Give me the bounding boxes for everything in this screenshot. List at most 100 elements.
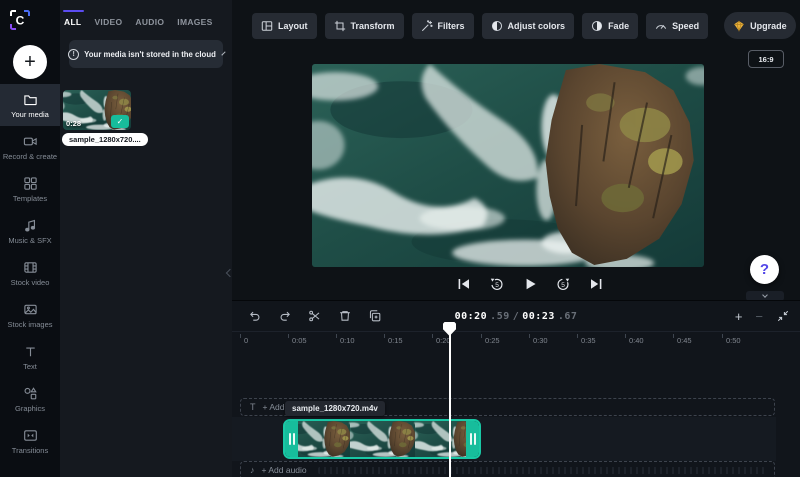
sidebar-item-stock-video[interactable]: Stock video bbox=[0, 252, 60, 294]
templates-grid-icon bbox=[23, 176, 37, 190]
total-time-frac: .67 bbox=[557, 310, 578, 322]
timeline-video-clip[interactable] bbox=[283, 419, 481, 459]
transform-button[interactable]: Transform bbox=[324, 12, 404, 39]
ruler-tick: 0:35 bbox=[577, 332, 596, 345]
sidebar-item-text[interactable]: Text bbox=[0, 336, 60, 378]
timeline-ruler[interactable]: 0 0:05 0:10 0:15 0:20 0:25 0:30 0:35 0:4… bbox=[232, 331, 800, 351]
button-label: Fade bbox=[608, 20, 630, 31]
media-panel: ALL VIDEO AUDIO IMAGES ! Your media isn'… bbox=[60, 0, 232, 477]
ruler-tick: 0:30 bbox=[529, 332, 548, 345]
button-label: Adjust colors bbox=[507, 20, 566, 31]
playback-controls: 5 5 bbox=[456, 276, 604, 292]
speed-button[interactable]: Speed bbox=[646, 12, 709, 39]
fade-button[interactable]: Fade bbox=[582, 12, 639, 39]
skip-end-button[interactable] bbox=[588, 276, 604, 292]
shapes-icon bbox=[24, 386, 37, 399]
layout-icon bbox=[261, 20, 273, 31]
chevron-down-icon bbox=[762, 292, 768, 298]
video-preview[interactable] bbox=[312, 64, 704, 267]
transitions-icon bbox=[23, 429, 37, 441]
folder-icon bbox=[23, 94, 37, 105]
scissors-icon bbox=[309, 310, 320, 322]
check-badge-icon: ✓ bbox=[111, 115, 129, 128]
image-icon bbox=[23, 304, 37, 314]
tab-all[interactable]: ALL bbox=[62, 10, 85, 27]
cloud-storage-notice[interactable]: ! Your media isn't stored in the cloud bbox=[68, 40, 226, 68]
button-label: Layout bbox=[278, 20, 308, 31]
add-audio-track[interactable]: ♪ + Add audio bbox=[240, 461, 775, 477]
rewind-5-button[interactable]: 5 bbox=[489, 276, 505, 292]
question-mark-icon: ? bbox=[759, 261, 770, 278]
trash-icon bbox=[340, 311, 350, 321]
media-thumbnail[interactable]: 0:28 ✓ bbox=[63, 90, 131, 130]
ruler-tick: 0:10 bbox=[336, 332, 355, 345]
audio-waveform bbox=[317, 466, 765, 474]
zoom-out-button[interactable]: − bbox=[755, 310, 763, 323]
music-note-icon bbox=[24, 219, 35, 231]
sidebar-item-music-sfx[interactable]: Music & SFX bbox=[0, 210, 60, 252]
text-tool-icon: T bbox=[250, 402, 256, 412]
sidebar-item-label: Music & SFX bbox=[8, 235, 52, 245]
sidebar-item-label: Transitions bbox=[11, 445, 49, 455]
current-time-frac: .59 bbox=[490, 310, 510, 322]
fade-icon bbox=[592, 20, 603, 31]
sidebar-item-label: Graphics bbox=[14, 403, 45, 413]
svg-text:5: 5 bbox=[495, 282, 499, 289]
clipchamp-editor: C + Your media Record & create Templates… bbox=[0, 0, 800, 477]
sidebar-item-transitions[interactable]: Transitions bbox=[0, 420, 60, 462]
time-display: 00:20.59 / 00:23.67 bbox=[455, 301, 578, 331]
tab-audio[interactable]: AUDIO bbox=[135, 17, 164, 27]
help-button[interactable]: ? bbox=[750, 255, 779, 284]
music-note-icon: ♪ bbox=[250, 465, 255, 475]
aspect-ratio-badge[interactable]: 16:9 bbox=[748, 50, 784, 68]
sidebar-item-label: Stock images bbox=[7, 319, 53, 329]
sidebar-item-label: Text bbox=[23, 361, 37, 371]
total-time: 00:23 bbox=[522, 310, 555, 322]
video-camera-icon bbox=[23, 137, 37, 145]
trim-handle-left[interactable] bbox=[285, 421, 298, 457]
sidebar-item-graphics[interactable]: Graphics bbox=[0, 378, 60, 420]
half-circle-icon bbox=[491, 20, 502, 31]
sidebar-item-your-media[interactable]: Your media bbox=[0, 84, 60, 126]
clipchamp-logo-icon[interactable]: C bbox=[7, 7, 33, 33]
sidebar-item-label: Your media bbox=[11, 109, 49, 119]
trim-handle-right[interactable] bbox=[466, 421, 479, 457]
adjust-colors-button[interactable]: Adjust colors bbox=[481, 12, 575, 39]
layout-button[interactable]: Layout bbox=[252, 12, 317, 39]
sidebar-item-stock-images[interactable]: Stock images bbox=[0, 294, 60, 336]
sidebar-item-label: Record & create bbox=[2, 151, 58, 161]
duplicate-button[interactable] bbox=[364, 305, 386, 327]
add-media-button[interactable]: + bbox=[13, 45, 47, 79]
delete-button[interactable] bbox=[334, 305, 356, 327]
fit-timeline-button[interactable] bbox=[776, 309, 790, 323]
sidebar-item-brand-kit-partial[interactable] bbox=[0, 462, 60, 477]
button-label: Transform bbox=[350, 20, 395, 31]
undo-button[interactable] bbox=[244, 305, 266, 327]
sidebar-item-label: Templates bbox=[12, 193, 48, 203]
forward-5-button[interactable]: 5 bbox=[555, 276, 571, 292]
info-icon: ! bbox=[68, 48, 80, 60]
ruler-tick: 0:50 bbox=[722, 332, 741, 345]
edit-toolbar: Layout Transform Filters Adjust colors F… bbox=[252, 12, 796, 39]
preview-frame-image bbox=[312, 64, 704, 267]
ruler-tick: 0:40 bbox=[625, 332, 644, 345]
zoom-in-button[interactable]: + bbox=[735, 310, 743, 323]
diamond-icon bbox=[734, 19, 744, 32]
crop-icon bbox=[334, 20, 345, 31]
timeline: 00:20.59 / 00:23.67 + − 0 0:05 0:10 0:15… bbox=[232, 300, 800, 477]
add-audio-label: + Add audio bbox=[261, 465, 307, 475]
upgrade-button[interactable]: Upgrade bbox=[724, 12, 796, 39]
media-tabs: ALL VIDEO AUDIO IMAGES bbox=[62, 10, 213, 27]
play-button[interactable] bbox=[522, 276, 538, 292]
tab-video[interactable]: VIDEO bbox=[94, 17, 122, 27]
current-time: 00:20 bbox=[454, 310, 488, 322]
tab-images[interactable]: IMAGES bbox=[177, 17, 212, 27]
split-button[interactable] bbox=[304, 305, 326, 327]
filters-button[interactable]: Filters bbox=[411, 12, 474, 39]
sidebar-item-templates[interactable]: Templates bbox=[0, 168, 60, 210]
speed-gauge-icon bbox=[655, 24, 667, 29]
plus-icon: + bbox=[24, 50, 36, 73]
skip-start-button[interactable] bbox=[456, 276, 472, 292]
redo-button[interactable] bbox=[274, 305, 296, 327]
sidebar-item-record-create[interactable]: Record & create bbox=[0, 126, 60, 168]
